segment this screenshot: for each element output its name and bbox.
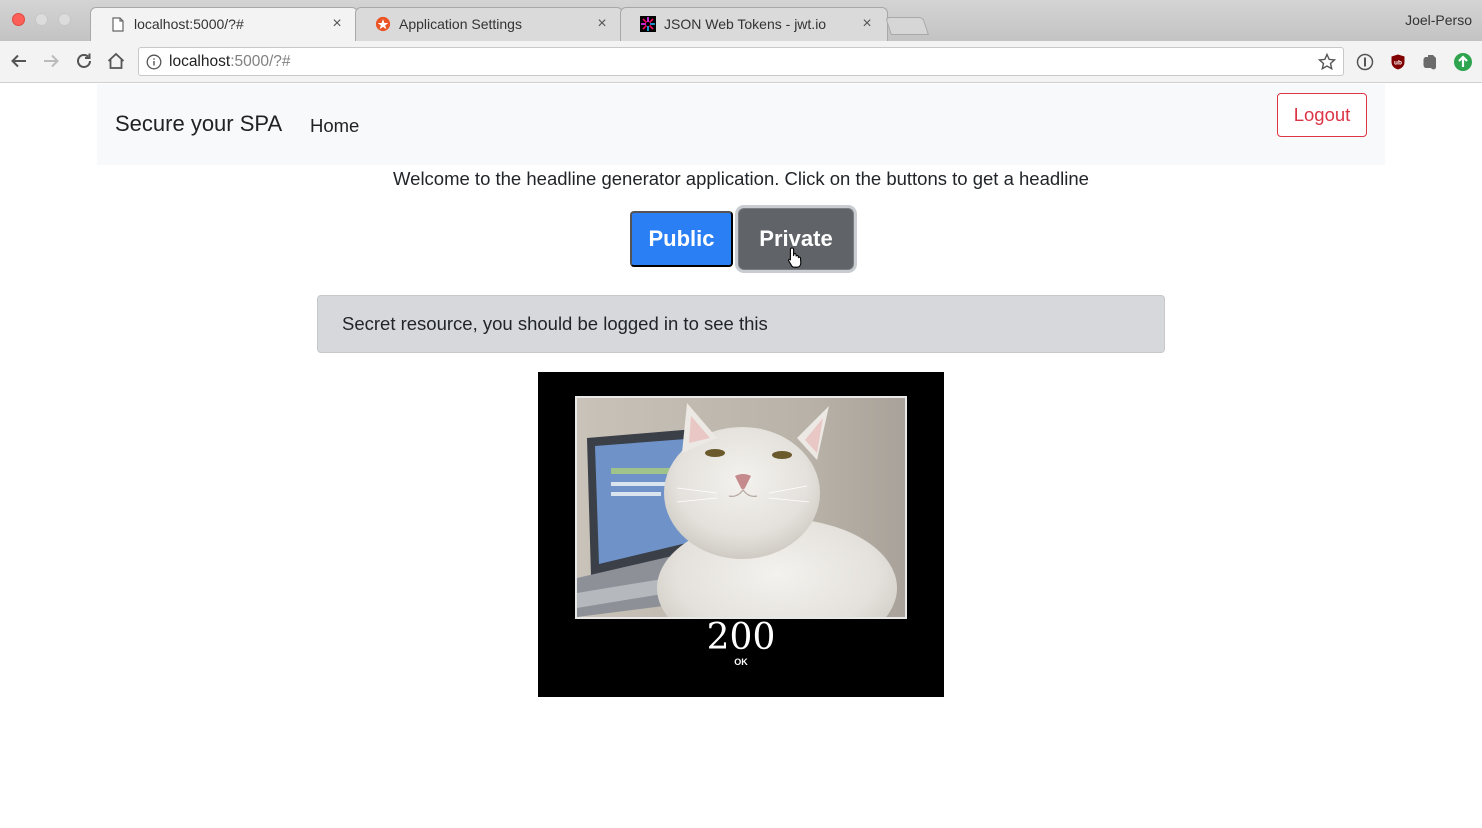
http-status-code: 200	[706, 617, 776, 658]
welcome-text: Welcome to the headline generator applic…	[393, 168, 1089, 189]
tab-title: localhost:5000/?#	[134, 16, 244, 32]
close-tab-icon[interactable]: ×	[595, 16, 609, 32]
brand-link[interactable]: Secure your SPA	[115, 111, 282, 137]
maximize-window-button[interactable]	[58, 13, 71, 26]
forward-icon[interactable]	[40, 50, 62, 72]
minimize-window-button[interactable]	[35, 13, 48, 26]
address-bar[interactable]: localhost:5000/?#	[138, 47, 1344, 76]
auth0-icon	[375, 16, 391, 32]
public-button[interactable]: Public	[630, 211, 733, 267]
info-icon[interactable]	[146, 54, 162, 70]
tab-title: JSON Web Tokens - jwt.io	[664, 16, 827, 32]
new-tab-button[interactable]	[885, 17, 929, 35]
bookmark-star-icon[interactable]	[1317, 52, 1337, 72]
logout-button[interactable]: Logout	[1277, 93, 1367, 137]
tab-strip: localhost:5000/?# × Application Settings…	[0, 0, 1482, 41]
url-host: localhost	[169, 52, 231, 70]
close-tab-icon[interactable]: ×	[860, 16, 874, 32]
page-icon	[110, 16, 126, 32]
reload-icon[interactable]	[73, 50, 95, 72]
tab-jwt-io[interactable]: JSON Web Tokens - jwt.io ×	[620, 7, 888, 41]
jwt-icon	[640, 16, 656, 32]
evernote-icon[interactable]	[1420, 52, 1440, 72]
hand-cursor-icon	[787, 246, 805, 268]
close-window-button[interactable]	[12, 13, 25, 26]
app-navbar: Secure your SPA Home Logout	[97, 84, 1385, 165]
http-status-text: OK	[734, 657, 748, 667]
secret-text: Secret resource, you should be logged in…	[342, 313, 768, 334]
1password-icon[interactable]	[1355, 52, 1375, 72]
tab-localhost[interactable]: localhost:5000/?# ×	[90, 7, 358, 41]
close-tab-icon[interactable]: ×	[330, 16, 344, 32]
url-rest: :5000/?#	[230, 52, 291, 70]
profile-name[interactable]: Joel-Perso	[1405, 12, 1472, 28]
back-icon[interactable]	[8, 50, 30, 72]
nav-home-link[interactable]: Home	[310, 115, 359, 137]
svg-text:ub: ub	[1394, 60, 1402, 67]
cat-photo	[575, 396, 907, 619]
green-extension-icon[interactable]	[1453, 52, 1473, 72]
secret-alert: Secret resource, you should be logged in…	[317, 295, 1165, 353]
browser-toolbar: localhost:5000/?# ub	[0, 41, 1482, 83]
home-icon[interactable]	[105, 50, 127, 72]
tab-application-settings[interactable]: Application Settings ×	[355, 7, 623, 41]
meme-image: 200 OK	[538, 372, 944, 697]
tab-title: Application Settings	[399, 16, 522, 32]
ublock-icon[interactable]: ub	[1388, 52, 1408, 72]
